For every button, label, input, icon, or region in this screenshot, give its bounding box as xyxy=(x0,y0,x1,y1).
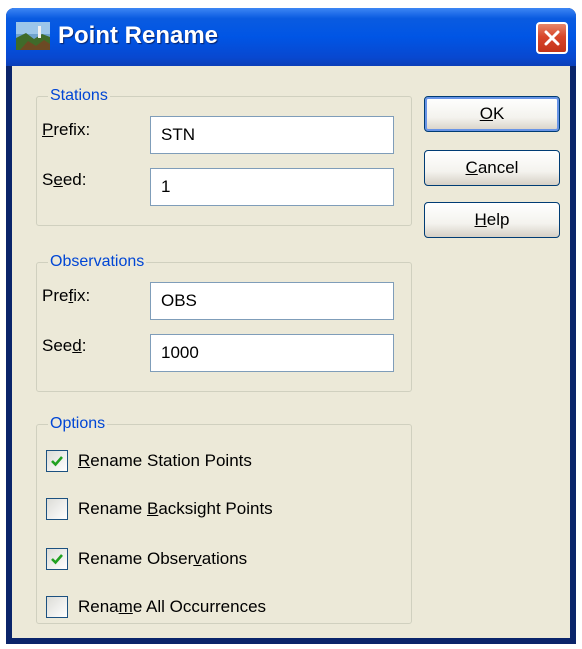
stations-seed-label: Seed: xyxy=(42,170,87,189)
observations-prefix-input[interactable] xyxy=(150,282,394,320)
dialog-body: Stations Prefix: Seed: Observations Pref… xyxy=(12,66,570,638)
stations-group-title: Stations xyxy=(48,87,110,105)
help-button-label: Help xyxy=(474,210,510,229)
stations-seed-input[interactable] xyxy=(150,168,394,206)
observations-group-title: Observations xyxy=(48,253,147,271)
checkbox-box xyxy=(46,596,68,618)
ok-button-label: OK xyxy=(479,104,505,123)
checkmark-icon xyxy=(51,456,63,467)
close-icon xyxy=(544,30,560,46)
checkbox-box xyxy=(46,548,68,570)
help-button[interactable]: Help xyxy=(424,202,560,238)
window-title: Point Rename xyxy=(58,22,219,49)
rename-observations-label: Rename Observations xyxy=(78,549,248,568)
cancel-button-label: Cancel xyxy=(465,158,519,177)
title-bar[interactable]: Point Rename xyxy=(6,8,576,66)
options-group-title: Options xyxy=(48,415,108,433)
cancel-button[interactable]: Cancel xyxy=(424,150,560,186)
checkmark-icon xyxy=(51,554,63,565)
close-button[interactable] xyxy=(536,22,568,54)
rename-station-points-label: Rename Station Points xyxy=(78,451,252,470)
stations-prefix-label: Prefix: xyxy=(42,120,91,139)
checkbox-box xyxy=(46,498,68,520)
rename-backsight-points-label: Rename Backsight Points xyxy=(78,499,273,518)
stations-prefix-input[interactable] xyxy=(150,116,394,154)
dialog-window: Point Rename Stations Prefix: Seed: Obse… xyxy=(6,8,576,644)
observations-prefix-label: Prefix: xyxy=(42,286,91,305)
checkbox-box xyxy=(46,450,68,472)
observations-seed-label: Seed: xyxy=(42,336,87,355)
rename-all-occurrences-label: Rename All Occurrences xyxy=(78,597,267,616)
ok-button[interactable]: OK xyxy=(424,96,560,132)
app-icon xyxy=(16,22,50,50)
observations-seed-input[interactable] xyxy=(150,334,394,372)
